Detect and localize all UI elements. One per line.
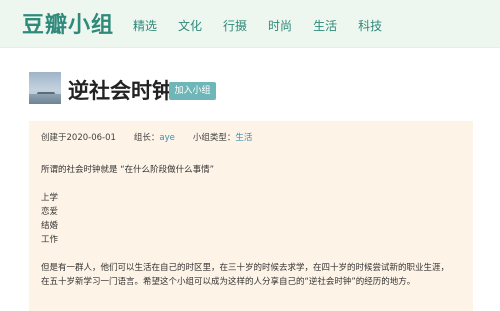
main-nav: 精选 文化 行摄 时尚 生活 科技: [133, 17, 403, 34]
nav-item-travel[interactable]: 行摄: [223, 17, 247, 34]
leader-link[interactable]: aye: [159, 133, 174, 143]
description-line-2: 在五十岁新学习一门语言。希望这个小组可以成为这样的人分享自己的“逆社会时钟”的经…: [41, 277, 416, 287]
group-title: 逆社会时钟: [68, 79, 173, 103]
list-item: 结婚: [41, 221, 59, 231]
group-type-label: 小组类型：: [192, 133, 236, 143]
nav-item-life[interactable]: 生活: [313, 17, 337, 34]
nav-item-tech[interactable]: 科技: [358, 17, 382, 34]
avatar-water: [29, 94, 61, 104]
intro-text: 所谓的社会时钟就是 “在什么阶段做什么事情”: [41, 165, 215, 175]
leader-label: 组长：: [133, 133, 160, 143]
created-date: 创建于2020-06-01: [41, 133, 116, 143]
list-item: 恋爱: [41, 207, 59, 217]
nav-item-fashion[interactable]: 时尚: [268, 17, 292, 34]
group-avatar[interactable]: [29, 72, 61, 104]
description-line-1: 但是有一群人，他们可以生活在自己的时区里，在三十岁的时候去求学，在四十岁的时候尝…: [41, 263, 450, 273]
join-group-button[interactable]: 加入小组: [169, 82, 216, 100]
group-header: 逆社会时钟 加入小组: [29, 72, 469, 106]
group-meta: 创建于2020-06-01 组长：aye 小组类型：生活: [41, 131, 252, 143]
group-type-link[interactable]: 生活: [235, 133, 252, 143]
top-navigation-bar: 豆瓣小组 精选 文化 行摄 时尚 生活 科技: [0, 0, 500, 48]
list-item: 上学: [41, 193, 59, 203]
group-info-box: 创建于2020-06-01 组长：aye 小组类型：生活 所谓的社会时钟就是 “在什…: [29, 121, 473, 311]
nav-item-featured[interactable]: 精选: [133, 17, 157, 34]
nav-item-culture[interactable]: 文化: [178, 17, 202, 34]
list-item: 工作: [41, 235, 59, 245]
site-logo[interactable]: 豆瓣小组: [22, 7, 114, 39]
